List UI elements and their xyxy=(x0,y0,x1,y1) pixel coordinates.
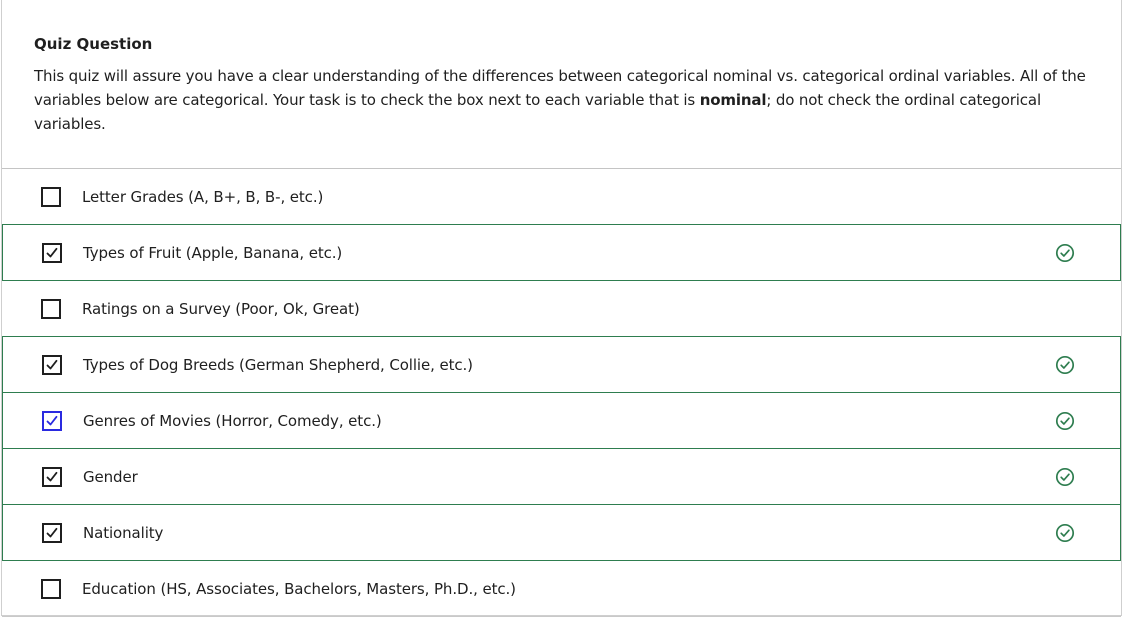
check-circle-icon xyxy=(1055,243,1075,263)
option-label: Genres of Movies (Horror, Comedy, etc.) xyxy=(83,411,382,430)
check-circle-icon xyxy=(1055,411,1075,431)
option-checkbox[interactable] xyxy=(42,242,62,263)
answer-option[interactable]: Types of Fruit (Apple, Banana, etc.) xyxy=(2,224,1121,281)
option-label: Education (HS, Associates, Bachelors, Ma… xyxy=(82,580,516,598)
option-label: Types of Dog Breeds (German Shepherd, Co… xyxy=(83,355,473,374)
answer-option[interactable]: Ratings on a Survey (Poor, Ok, Great) xyxy=(2,281,1121,337)
check-circle-icon xyxy=(1055,355,1075,375)
option-checkbox[interactable] xyxy=(42,522,62,543)
quiz-question-panel: Quiz Question This quiz will assure you … xyxy=(1,0,1122,617)
option-label: Gender xyxy=(83,467,138,486)
option-checkbox[interactable] xyxy=(41,299,61,319)
option-label: Types of Fruit (Apple, Banana, etc.) xyxy=(83,243,343,262)
quiz-header: Quiz Question This quiz will assure you … xyxy=(2,0,1121,169)
option-label: Nationality xyxy=(83,523,164,542)
answer-option[interactable]: Nationality xyxy=(2,504,1121,561)
answer-option[interactable]: Types of Dog Breeds (German Shepherd, Co… xyxy=(2,336,1121,393)
answer-options-list: Letter Grades (A, B+, B, B-, etc.) Types … xyxy=(2,169,1121,617)
quiz-prompt: This quiz will assure you have a clear u… xyxy=(34,64,1089,136)
answer-option[interactable]: Letter Grades (A, B+, B, B-, etc.) xyxy=(2,169,1121,225)
quiz-title: Quiz Question xyxy=(34,35,153,53)
option-checkbox[interactable] xyxy=(41,579,61,599)
answer-option[interactable]: Genres of Movies (Horror, Comedy, etc.) xyxy=(2,392,1121,449)
answer-option[interactable]: Gender xyxy=(2,448,1121,505)
option-checkbox[interactable] xyxy=(42,354,62,375)
prompt-emphasis: nominal xyxy=(699,91,767,109)
option-checkbox[interactable] xyxy=(41,187,61,207)
answer-option[interactable]: Education (HS, Associates, Bachelors, Ma… xyxy=(2,561,1121,617)
option-label: Letter Grades (A, B+, B, B-, etc.) xyxy=(82,188,324,206)
option-label: Ratings on a Survey (Poor, Ok, Great) xyxy=(82,300,360,318)
option-checkbox[interactable] xyxy=(42,466,62,487)
option-checkbox[interactable] xyxy=(42,410,62,431)
check-circle-icon xyxy=(1055,467,1075,487)
check-circle-icon xyxy=(1055,523,1075,543)
